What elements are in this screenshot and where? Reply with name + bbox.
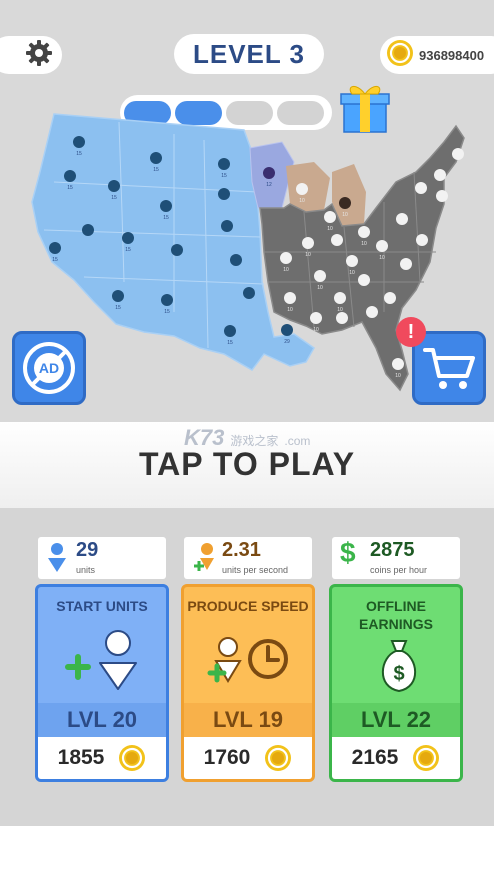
speed-value: 2.31 <box>222 539 261 561</box>
svg-text:15: 15 <box>164 309 170 315</box>
svg-text:10: 10 <box>299 198 305 204</box>
svg-text:15: 15 <box>111 195 117 201</box>
card-level: LVL 22 <box>332 703 460 737</box>
shop-alert-badge: ! <box>396 317 426 347</box>
level-label: LEVEL 3 <box>192 38 305 69</box>
shopping-cart-icon <box>423 348 475 389</box>
svg-text:10: 10 <box>395 373 401 379</box>
svg-text:10: 10 <box>305 252 311 258</box>
produce-speed-upgrade-card[interactable]: PRODUCE SPEED LVL 19 1760 <box>181 584 315 782</box>
coin-balance: 936898400 <box>380 36 494 74</box>
speed-stat: 2.31 units per second <box>184 537 312 579</box>
svg-text:15: 15 <box>163 215 169 221</box>
cost-value: 2165 <box>351 746 399 769</box>
svg-text:12: 12 <box>266 182 272 188</box>
upgrade-cost-button[interactable]: 1855 <box>38 737 166 779</box>
add-unit-icon <box>65 630 137 690</box>
svg-text:10: 10 <box>379 255 385 261</box>
coin-icon <box>265 745 292 771</box>
earnings-label: coins per hour <box>370 565 428 575</box>
coin-icon <box>119 745 146 771</box>
shop-button[interactable] <box>412 331 486 405</box>
svg-text:10: 10 <box>283 267 289 273</box>
svg-text:$: $ <box>393 663 404 685</box>
gear-icon <box>24 38 54 73</box>
unit-icon <box>46 542 68 579</box>
svg-text:15: 15 <box>67 185 73 191</box>
level-indicator: LEVEL 3 <box>174 34 324 74</box>
svg-text:15: 15 <box>115 305 121 311</box>
svg-text:15: 15 <box>153 167 159 173</box>
cost-value: 1855 <box>57 746 105 769</box>
remove-ads-button[interactable]: AD <box>12 331 86 405</box>
svg-text:10: 10 <box>317 285 323 291</box>
start-units-upgrade-card[interactable]: START UNITS LVL 20 1855 <box>35 584 169 782</box>
units-stat: 29 units <box>38 537 166 579</box>
units-value: 29 <box>76 539 99 561</box>
earnings-value: 2875 <box>370 539 415 561</box>
svg-text:10: 10 <box>313 327 319 333</box>
card-level: LVL 19 <box>184 703 312 737</box>
coin-icon <box>386 39 414 72</box>
svg-text:10: 10 <box>287 307 293 313</box>
svg-text:15: 15 <box>227 340 233 346</box>
earnings-stat: $ 2875 coins per hour <box>332 537 460 579</box>
svg-text:10: 10 <box>327 226 333 232</box>
svg-text:10: 10 <box>349 270 355 276</box>
card-title: OFFLINE EARNINGS <box>359 598 433 632</box>
upgrade-cost-button[interactable]: 1760 <box>184 737 312 779</box>
svg-text:10: 10 <box>337 307 343 313</box>
units-label: units <box>76 565 96 575</box>
svg-text:15: 15 <box>125 247 131 253</box>
svg-text:15: 15 <box>221 173 227 179</box>
speed-clock-icon <box>207 637 288 683</box>
card-level: LVL 20 <box>38 703 166 737</box>
svg-text:29: 29 <box>284 339 290 345</box>
settings-button[interactable] <box>0 36 62 74</box>
money-bag-icon: $ <box>382 640 416 693</box>
unit-plus-icon <box>192 542 218 579</box>
svg-text:10: 10 <box>342 212 348 218</box>
dollar-icon: $ <box>340 537 356 568</box>
cost-value: 1760 <box>203 746 251 769</box>
card-title: PRODUCE SPEED <box>187 598 309 614</box>
upgrade-cost-button[interactable]: 2165 <box>332 737 460 779</box>
svg-text:15: 15 <box>76 151 82 157</box>
svg-text:AD: AD <box>39 360 59 376</box>
speed-label: units per second <box>222 565 289 575</box>
tap-to-play-label[interactable]: TAP TO PLAY <box>0 446 494 483</box>
svg-text:10: 10 <box>361 241 367 247</box>
coin-balance-value: 936898400 <box>419 47 485 63</box>
card-title: START UNITS <box>56 598 148 614</box>
coin-icon <box>413 745 440 771</box>
no-ads-icon: AD <box>23 342 75 394</box>
offline-earnings-upgrade-card[interactable]: OFFLINE EARNINGS $ LVL 22 2165 <box>329 584 463 782</box>
svg-text:15: 15 <box>52 257 58 263</box>
